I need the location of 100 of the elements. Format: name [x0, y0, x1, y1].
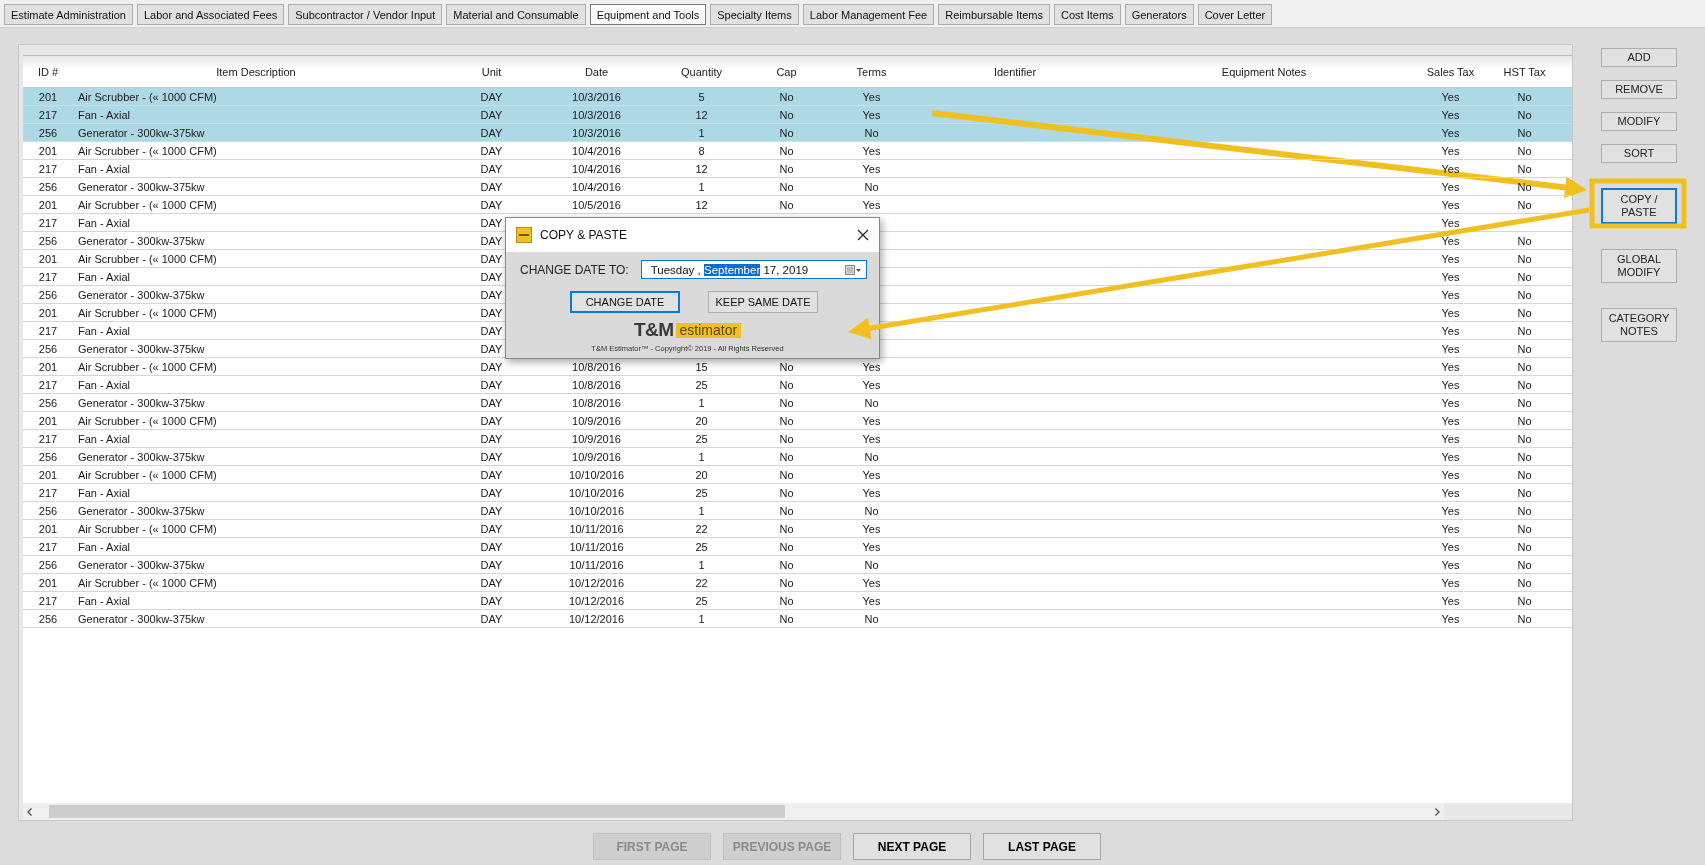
table-row[interactable]: 256 Generator - 300kw-375kw DAY 10/3/2016 1 No No Yes No: [23, 124, 1572, 142]
table-row[interactable]: 217 Fan - Axial DAY 10/10/2016 25 No Yes Yes No: [23, 484, 1572, 502]
id-cell: 201: [38, 198, 58, 211]
quantity-cell: 25: [695, 594, 708, 607]
description-cell-text: Fan - Axial: [77, 378, 130, 391]
date-cell: 10/8/2016: [572, 378, 621, 391]
hst-tax-cell: No: [1517, 306, 1532, 319]
sales-tax-cell: Yes: [1441, 432, 1460, 445]
scroll-left-icon[interactable]: [25, 806, 35, 817]
scroll-right-icon[interactable]: [1432, 806, 1442, 817]
hst-tax-cell: No: [1517, 126, 1532, 139]
table-row[interactable]: 201 Air Scrubber - (« 1000 CFM) DAY 10/9/2016 20 No Yes Yes No: [23, 412, 1572, 430]
dialog-button[interactable]: KEEP SAME DATE: [708, 291, 818, 313]
table-row[interactable]: 201 Air Scrubber - (« 1000 CFM) DAY 10/5/2016 12 No Yes Yes No: [23, 196, 1572, 214]
cap-cell: No: [779, 468, 794, 481]
tab[interactable]: Material and Consumable: [446, 4, 586, 25]
date-cell: 10/10/2016: [568, 468, 625, 481]
side-button[interactable]: REMOVE: [1601, 80, 1677, 99]
table-row[interactable]: 256 Generator - 300kw-375kw DAY 10/9/2016 1 No No Yes No: [23, 448, 1572, 466]
table-row[interactable]: 201 Air Scrubber - (« 1000 CFM) DAY 10/12/2016 22 No Yes Yes No: [23, 574, 1572, 592]
table-row[interactable]: 201 Air Scrubber - (« 1000 CFM) DAY 10/11/2016 22 No Yes Yes No: [23, 520, 1572, 538]
description-cell-text: Fan - Axial: [77, 486, 130, 499]
description-cell-text: Fan - Axial: [77, 162, 130, 175]
tab[interactable]: Cover Letter: [1197, 4, 1273, 25]
description-cell-text: Generator - 300kw-375kw: [77, 234, 205, 247]
table-row[interactable]: 256 Generator - 300kw-375kw DAY 10/12/2016 1 No No Yes No: [23, 610, 1572, 628]
table-row[interactable]: 256 Generator - 300kw-375kw DAY 10/10/2016 1 No No Yes No: [23, 502, 1572, 520]
side-button[interactable]: COPY / PASTE: [1601, 188, 1677, 224]
quantity-cell: 12: [695, 198, 708, 211]
page-button[interactable]: LAST PAGE: [983, 833, 1101, 860]
id-cell: 256: [38, 612, 58, 625]
terms-cell: No: [864, 126, 879, 139]
table-row[interactable]: 217 Fan - Axial DAY 10/12/2016 25 No Yes Yes No: [23, 592, 1572, 610]
tab[interactable]: Labor and Associated Fees: [136, 4, 285, 25]
tab[interactable]: Specialty Items: [710, 4, 799, 25]
tab[interactable]: Cost Items: [1054, 4, 1121, 25]
hst-tax-cell: No: [1517, 504, 1532, 517]
table-row[interactable]: 201 Air Scrubber - (« 1000 CFM) DAY 10/4/2016 8 No Yes Yes No: [23, 142, 1572, 160]
sales-tax-cell: Yes: [1441, 144, 1460, 157]
cap-cell: No: [779, 522, 794, 535]
tab[interactable]: Labor Management Fee: [802, 4, 935, 25]
logo-tag: estimator: [675, 322, 742, 338]
unit-cell: DAY: [480, 612, 503, 625]
scroll-thumb[interactable]: [49, 805, 785, 818]
side-button[interactable]: ADD: [1601, 48, 1677, 67]
id-cell: 217: [38, 540, 58, 553]
table-row[interactable]: 256 Generator - 300kw-375kw DAY 10/8/2016 1 No No Yes No: [23, 394, 1572, 412]
side-button[interactable]: GLOBAL MODIFY: [1601, 249, 1677, 283]
quantity-cell: 25: [695, 378, 708, 391]
tab[interactable]: Subcontractor / Vendor Input: [288, 4, 443, 25]
terms-cell: No: [864, 504, 879, 517]
table-row[interactable]: 201 Air Scrubber - (« 1000 CFM) DAY 10/10/2016 20 No Yes Yes No: [23, 466, 1572, 484]
hst-tax-cell: No: [1517, 522, 1532, 535]
quantity-cell: 1: [698, 180, 705, 193]
tab[interactable]: Generators: [1124, 4, 1194, 25]
hst-tax-cell: No: [1517, 414, 1532, 427]
dialog-button[interactable]: CHANGE DATE: [570, 291, 680, 313]
sales-tax-cell: Yes: [1441, 306, 1460, 319]
close-icon[interactable]: [857, 229, 869, 241]
column-header: Sales Tax: [1425, 65, 1476, 78]
page-button[interactable]: NEXT PAGE: [853, 833, 971, 860]
hst-tax-cell: No: [1517, 576, 1532, 589]
side-button[interactable]: SORT: [1601, 144, 1677, 163]
table-row[interactable]: 217 Fan - Axial DAY 10/11/2016 25 No Yes Yes No: [23, 538, 1572, 556]
table-row[interactable]: 256 Generator - 300kw-375kw DAY 10/11/2016 1 No No Yes No: [23, 556, 1572, 574]
calendar-dropdown-icon[interactable]: [845, 263, 863, 276]
unit-cell: DAY: [480, 108, 503, 121]
id-cell: 201: [38, 360, 58, 373]
quantity-cell: 22: [695, 576, 708, 589]
unit-cell: DAY: [480, 378, 503, 391]
column-header: Quantity: [680, 65, 723, 78]
side-button[interactable]: MODIFY: [1601, 112, 1677, 131]
date-cell: 10/12/2016: [568, 576, 625, 589]
tab[interactable]: Estimate Administration: [4, 4, 133, 25]
description-cell-text: Generator - 300kw-375kw: [77, 396, 205, 409]
table-row[interactable]: 217 Fan - Axial DAY 10/9/2016 25 No Yes Yes No: [23, 430, 1572, 448]
table-row[interactable]: 217 Fan - Axial DAY 10/3/2016 12 No Yes Yes No: [23, 106, 1572, 124]
terms-cell: Yes: [862, 576, 881, 589]
unit-cell: DAY: [480, 540, 503, 553]
unit-cell: DAY: [480, 504, 503, 517]
column-header: Equipment Notes: [1220, 65, 1308, 78]
id-cell: 256: [38, 558, 58, 571]
table-row[interactable]: 217 Fan - Axial DAY 10/8/2016 25 No Yes Yes No: [23, 376, 1572, 394]
tab[interactable]: Equipment and Tools: [589, 4, 707, 25]
horizontal-scrollbar[interactable]: [23, 803, 1444, 820]
terms-cell: Yes: [862, 162, 881, 175]
id-cell: 256: [38, 180, 58, 193]
hst-tax-cell: No: [1517, 540, 1532, 553]
unit-cell: DAY: [480, 396, 503, 409]
description-cell-text: Air Scrubber - (« 1000 CFM): [77, 576, 217, 589]
date-cell: 10/11/2016: [569, 558, 624, 571]
quantity-cell: 20: [695, 468, 708, 481]
cap-cell: No: [779, 414, 794, 427]
date-field[interactable]: Tuesday , September 17, 2019: [640, 260, 867, 279]
table-row[interactable]: 201 Air Scrubber - (« 1000 CFM) DAY 10/3/2016 5 No Yes Yes No: [23, 88, 1572, 106]
id-cell: 201: [38, 144, 58, 157]
id-cell: 256: [38, 342, 58, 355]
side-button[interactable]: CATEGORY NOTES: [1601, 308, 1677, 342]
terms-cell: Yes: [862, 414, 881, 427]
tab[interactable]: Reimbursable Items: [938, 4, 1051, 25]
